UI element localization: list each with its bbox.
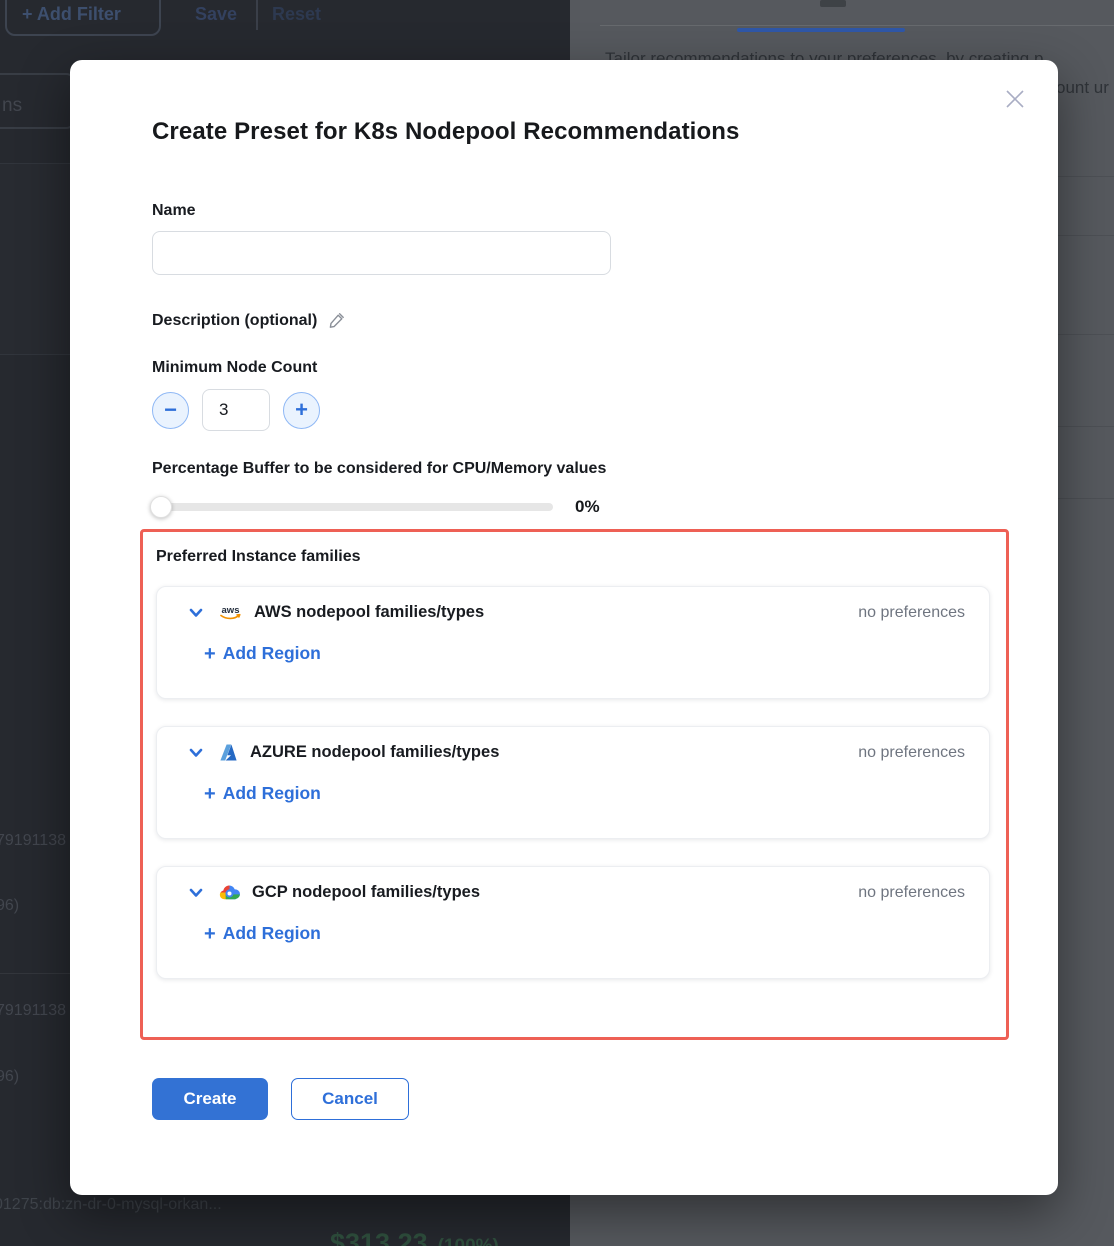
chevron-down-icon[interactable] xyxy=(187,604,205,622)
add-region-button[interactable]: + Add Region xyxy=(204,923,321,944)
panel-tabbar-divider xyxy=(600,25,1114,26)
add-region-button[interactable]: + Add Region xyxy=(204,643,321,664)
table-cell-fragment: 79191138 xyxy=(0,832,66,850)
name-label: Name xyxy=(152,202,976,220)
table-row-divider xyxy=(0,973,70,974)
preferred-families-label: Preferred Instance families xyxy=(156,548,1006,566)
buffer-label: Percentage Buffer to be considered for C… xyxy=(152,460,976,478)
provider-card-aws: aws AWS nodepool families/types no prefe… xyxy=(156,586,990,699)
panel-paragraph-fragment: ount ur xyxy=(1056,78,1109,98)
active-tab-underline xyxy=(737,28,905,32)
slider-thumb[interactable] xyxy=(150,496,172,518)
provider-status: no preferences xyxy=(858,744,965,762)
price-value: $313.23 xyxy=(330,1228,428,1246)
preferred-instance-families-section: Preferred Instance families aws AWS node… xyxy=(140,529,1009,1040)
table-cell-fragment: 96) xyxy=(0,1068,19,1086)
cancel-button[interactable]: Cancel xyxy=(291,1078,409,1120)
node-count-stepper: − + xyxy=(152,389,976,431)
min-node-count-label: Minimum Node Count xyxy=(152,359,976,377)
plus-icon: + xyxy=(204,784,216,804)
decrement-button[interactable]: − xyxy=(152,392,189,429)
name-input[interactable] xyxy=(152,231,611,275)
minus-icon: − xyxy=(164,399,177,421)
table-cell-fragment: 96) xyxy=(0,897,19,915)
add-region-label: Add Region xyxy=(223,783,321,804)
chevron-down-icon[interactable] xyxy=(187,884,205,902)
provider-card-azure: AZURE nodepool families/types no prefere… xyxy=(156,726,990,839)
save-button[interactable]: Save xyxy=(195,4,237,25)
provider-card-gcp: GCP nodepool families/types no preferenc… xyxy=(156,866,990,979)
node-count-input[interactable] xyxy=(202,389,270,431)
description-label: Description (optional) xyxy=(152,312,317,330)
plus-icon: + xyxy=(204,644,216,664)
increment-button[interactable]: + xyxy=(283,392,320,429)
edit-pencil-icon[interactable] xyxy=(327,312,345,330)
create-preset-modal: Create Preset for K8s Nodepool Recommend… xyxy=(70,60,1058,1195)
buffer-slider[interactable] xyxy=(152,503,553,511)
provider-label: AWS nodepool families/types xyxy=(254,603,484,622)
toolbar-separator xyxy=(256,0,258,30)
gcp-icon xyxy=(218,883,241,902)
plus-icon: + xyxy=(295,399,308,421)
panel-row-divider xyxy=(1058,176,1114,177)
provider-status: no preferences xyxy=(858,604,965,622)
panel-row-divider xyxy=(1058,498,1114,499)
provider-status: no preferences xyxy=(858,884,965,902)
add-filter-label[interactable]: + Add Filter xyxy=(22,4,121,25)
modal-title: Create Preset for K8s Nodepool Recommend… xyxy=(152,118,976,146)
reset-button[interactable]: Reset xyxy=(272,4,321,25)
add-region-label: Add Region xyxy=(223,643,321,664)
provider-label: GCP nodepool families/types xyxy=(252,883,480,902)
add-region-label: Add Region xyxy=(223,923,321,944)
chevron-down-icon[interactable] xyxy=(187,744,205,762)
aws-icon: aws xyxy=(218,604,243,621)
add-region-button[interactable]: + Add Region xyxy=(204,783,321,804)
buffer-value: 0% xyxy=(575,497,600,517)
create-button[interactable]: Create xyxy=(152,1078,268,1120)
table-cell-fragment: 01275:db:zn-dr-0-mysql-orkan... xyxy=(0,1196,222,1214)
azure-icon xyxy=(218,743,239,762)
price-percent: (100%) xyxy=(438,1236,499,1246)
background-text-fragment: ns xyxy=(2,95,22,117)
tab-label-fragment xyxy=(820,0,846,7)
provider-label: AZURE nodepool families/types xyxy=(250,743,499,762)
table-cell-fragment: 79191138 xyxy=(0,1002,66,1020)
close-icon xyxy=(1002,86,1028,112)
price-fragment: $313.23 (100%) xyxy=(330,1228,499,1246)
panel-row-divider xyxy=(1058,426,1114,427)
panel-row-divider xyxy=(1058,235,1114,236)
panel-row-divider xyxy=(1058,334,1114,335)
close-button[interactable] xyxy=(1000,84,1030,114)
plus-icon: + xyxy=(204,924,216,944)
